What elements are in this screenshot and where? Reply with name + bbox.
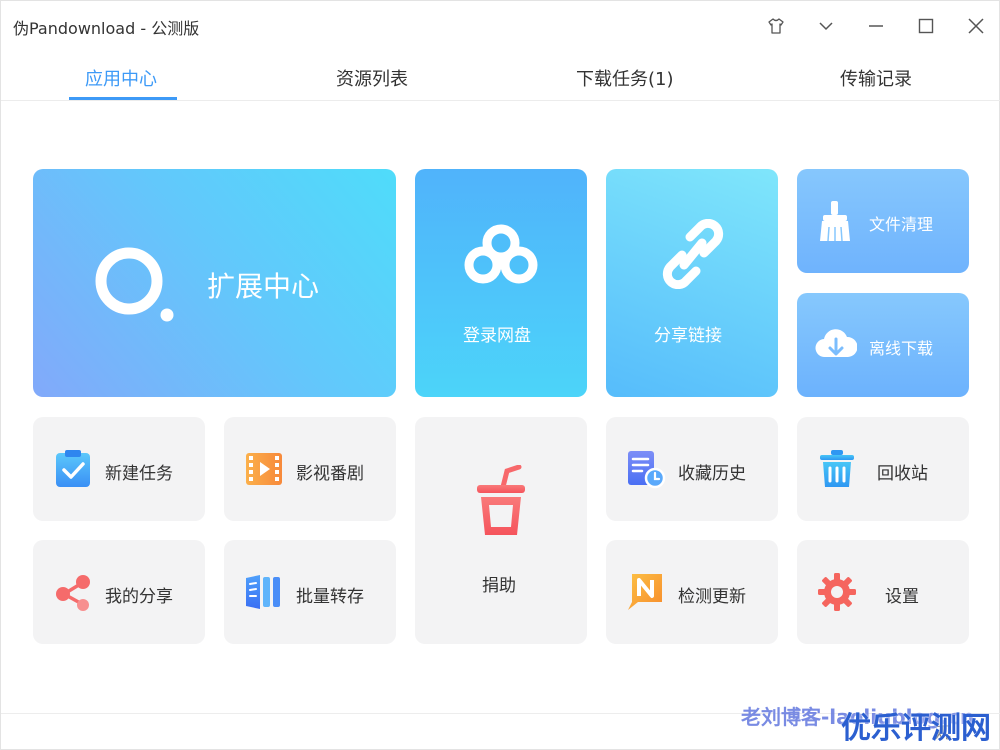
maximize-button[interactable] xyxy=(911,11,941,41)
trash-icon xyxy=(820,450,854,487)
new-task-label: 新建任务 xyxy=(105,464,173,484)
close-button[interactable] xyxy=(961,11,991,41)
tab-download-tasks[interactable]: 下载任务(1) xyxy=(576,65,674,91)
batch-save-tile[interactable]: 批量转存 xyxy=(224,540,396,644)
link-icon xyxy=(662,219,724,289)
extension-ring-icon xyxy=(95,247,174,322)
donate-tile[interactable]: 捐助 xyxy=(415,417,587,644)
share-link-label: 分享链接 xyxy=(654,326,722,346)
donate-label: 捐助 xyxy=(482,576,516,596)
watermark-site: 优乐评测网 xyxy=(841,711,991,746)
gear-icon xyxy=(818,573,856,611)
login-netdisk-tile[interactable]: 登录网盘 xyxy=(415,169,587,397)
share-icon xyxy=(56,575,90,611)
film-icon xyxy=(246,453,282,485)
check-update-label: 检测更新 xyxy=(678,587,746,607)
tab-transfer-records[interactable]: 传输记录 xyxy=(840,65,912,91)
document-clock-icon xyxy=(628,451,666,489)
minimize-button[interactable] xyxy=(861,11,891,41)
share-link-tile[interactable]: 分享链接 xyxy=(606,169,778,397)
settings-label: 设置 xyxy=(885,587,919,607)
drink-cup-icon xyxy=(477,465,525,535)
recycle-bin-tile[interactable]: 回收站 xyxy=(797,417,969,521)
extension-center-tile[interactable]: 扩展中心 xyxy=(33,169,396,397)
update-n-icon xyxy=(628,574,662,610)
cloud-download-icon xyxy=(815,329,857,358)
title-bar: 伪Pandownload - 公测版 xyxy=(1,1,1000,51)
active-tab-indicator xyxy=(69,97,177,100)
tab-bar: 应用中心 资源列表 下载任务(1) 传输记录 xyxy=(1,57,1000,101)
recycle-bin-label: 回收站 xyxy=(877,464,928,484)
baidu-cloud-icon xyxy=(464,224,538,284)
skin-button[interactable] xyxy=(761,11,791,41)
shirt-icon xyxy=(768,18,784,34)
chevron-down-icon xyxy=(819,22,833,31)
app-window: 伪Pandownload - 公测版 应用中心 资源列表 下载任务(1) 传输记… xyxy=(0,0,1000,750)
close-icon xyxy=(968,18,984,34)
settings-tile[interactable]: 设置 xyxy=(797,540,969,644)
clipboard-check-icon xyxy=(56,450,90,487)
new-task-tile[interactable]: 新建任务 xyxy=(33,417,205,521)
broom-icon xyxy=(820,201,850,242)
maximize-icon xyxy=(918,18,934,34)
tab-app-center[interactable]: 应用中心 xyxy=(85,65,157,91)
books-icon xyxy=(246,575,280,609)
my-share-label: 我的分享 xyxy=(105,587,173,607)
minimize-icon xyxy=(869,25,883,27)
video-label: 影视番剧 xyxy=(296,464,364,484)
file-clean-tile[interactable]: 文件清理 xyxy=(797,169,969,273)
batch-save-label: 批量转存 xyxy=(296,587,364,607)
login-netdisk-label: 登录网盘 xyxy=(463,326,531,346)
file-clean-label: 文件清理 xyxy=(869,215,934,234)
favorites-history-label: 收藏历史 xyxy=(678,464,746,484)
favorites-history-tile[interactable]: 收藏历史 xyxy=(606,417,778,521)
video-tile[interactable]: 影视番剧 xyxy=(224,417,396,521)
extension-center-label: 扩展中心 xyxy=(207,270,320,303)
window-title: 伪Pandownload - 公测版 xyxy=(13,19,200,38)
tab-resource-list[interactable]: 资源列表 xyxy=(336,65,408,91)
check-update-tile[interactable]: 检测更新 xyxy=(606,540,778,644)
offline-download-label: 离线下载 xyxy=(869,339,934,358)
offline-download-tile[interactable]: 离线下载 xyxy=(797,293,969,397)
menu-button[interactable] xyxy=(811,11,841,41)
my-share-tile[interactable]: 我的分享 xyxy=(33,540,205,644)
